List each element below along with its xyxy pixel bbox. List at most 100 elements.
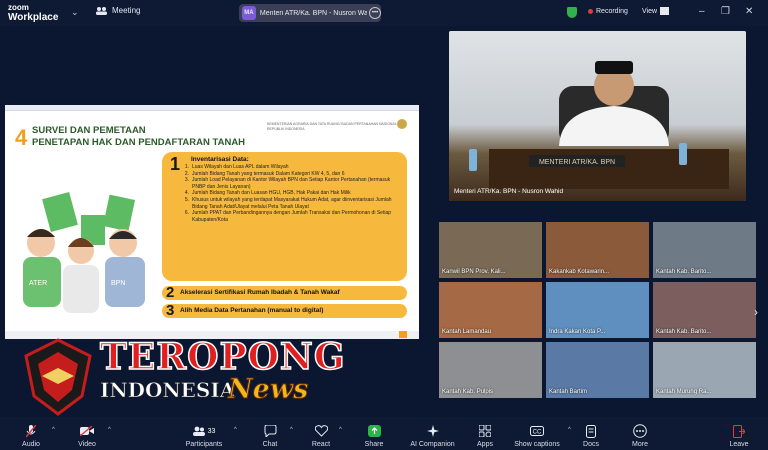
apps-label: Apps — [477, 441, 493, 448]
participant-tile[interactable]: Kantah Bartim — [546, 342, 649, 398]
box2-bar: 2 Akselerasi Sertifikasi Rumah Ibadah & … — [162, 284, 407, 301]
slide-page-marker — [399, 331, 407, 338]
teropong-emblem-logo — [24, 338, 92, 416]
speaker-video-label: Menteri ATR/Ka. BPN - Nusron Wahid — [454, 188, 564, 195]
captions-options-chevron-icon[interactable]: ^ — [568, 427, 571, 433]
meeting-info-button[interactable]: Meeting — [96, 6, 140, 15]
inventory-item-number: 5. — [184, 196, 189, 203]
inventory-item-text: Jumlah Load Pelayanan di Kantor Wilayah … — [192, 177, 391, 190]
participants-button[interactable]: 33 Participants — [183, 417, 225, 450]
participant-name: Kantah Bartim — [549, 389, 588, 395]
react-button[interactable]: React — [306, 417, 336, 450]
inventory-item-number: 6. — [184, 210, 189, 217]
ministry-emblem-icon — [397, 119, 407, 129]
close-icon[interactable]: ✕ — [745, 6, 753, 17]
captions-icon: CC — [530, 424, 544, 438]
view-label: View — [642, 7, 658, 15]
speaker-video[interactable]: MENTERI ATR/KA. BPN Menteri ATR/Ka. BPN … — [449, 31, 746, 201]
inventory-item-text: Jumlah Bidang Tanah yang termasuk Dalam … — [192, 170, 345, 177]
recording-indicator[interactable]: Recording — [588, 8, 628, 15]
audio-button[interactable]: Audio — [16, 417, 46, 450]
chat-options-chevron-icon[interactable]: ^ — [290, 427, 293, 433]
participant-name: Kantah Murung Ra... — [656, 389, 712, 395]
box3-bar: 3 Alih Media Data Pertanahan (manual to … — [162, 302, 407, 319]
ministry-header: KEMENTERIAN AGRARIA DAN TATA RUANG/ BADA… — [267, 122, 397, 131]
participants-icon: 33 — [192, 424, 216, 438]
speaker-name: Menteri ATR/Ka. BPN - Nusron Wahid — [259, 9, 368, 17]
captions-button[interactable]: CC Show captions — [510, 417, 564, 450]
minimize-icon[interactable]: – — [699, 6, 705, 17]
encryption-shield-icon[interactable] — [567, 7, 577, 18]
inventory-list-item: 5. Khusus untuk wilayah yang terdapat Mas… — [181, 197, 401, 210]
more-button[interactable]: More — [626, 417, 654, 450]
docs-label: Docs — [583, 441, 599, 448]
inventory-item-number: 1. — [184, 164, 189, 170]
participant-name: Kantah Kab. Barito... — [656, 269, 712, 275]
watermark-line3: News — [227, 374, 309, 406]
leave-button[interactable]: Leave — [724, 417, 754, 450]
participant-tile[interactable]: Kantah Kab. Pulpis — [439, 342, 542, 398]
more-label: More — [632, 441, 648, 448]
view-button[interactable]: View — [642, 7, 670, 15]
box1-title: Inventarisasi Data: — [191, 156, 249, 163]
participant-tile[interactable]: Kantah Murung Ra... — [653, 342, 756, 398]
inventory-list-item: 4. Jumlah Bidang Tanah dan Luasan HGU, HG… — [181, 190, 401, 197]
inventory-data-box: 1 Inventarisasi Data: 1. Luas Wilayah dan… — [162, 152, 407, 281]
participant-tile[interactable]: Kantah Kab. Barito... — [653, 282, 756, 338]
participant-tile[interactable]: Kakankab Kotawarin... — [546, 222, 649, 278]
audio-options-chevron-icon[interactable]: ^ — [52, 427, 55, 433]
chat-button[interactable]: Chat — [255, 417, 285, 450]
leave-label: Leave — [729, 441, 749, 448]
react-options-chevron-icon[interactable]: ^ — [339, 427, 342, 433]
recording-label: Recording — [596, 8, 628, 15]
chevron-down-icon[interactable]: ⌄ — [71, 7, 79, 18]
docs-button[interactable]: Docs — [578, 417, 604, 450]
video-options-chevron-icon[interactable]: ^ — [108, 427, 111, 433]
box2-number: 2 — [166, 284, 175, 301]
active-speaker-chip[interactable]: MA Menteri ATR/Ka. BPN - Nusron Wahid ••… — [239, 4, 381, 22]
box3-text: Alih Media Data Pertanahan (manual to di… — [180, 307, 324, 314]
slide-title-line1: SURVEI DAN PEMETAAN — [32, 125, 146, 136]
svg-text:CC: CC — [533, 430, 542, 436]
inventory-item-number: 2. — [184, 170, 189, 177]
chat-icon — [264, 424, 277, 438]
participant-tile[interactable]: Kantah Kab. Barito... — [653, 222, 756, 278]
participant-name: Kantah Kab. Pulpis — [442, 389, 494, 395]
camera-off-icon — [80, 424, 94, 438]
ai-companion-button[interactable]: AI Companion — [405, 417, 460, 450]
participants-count: 33 — [207, 427, 216, 435]
heart-icon — [314, 424, 328, 438]
participant-name: Kantah Lamandau — [442, 329, 492, 335]
shared-screen-slide: 4 SURVEI DAN PEMETAAN PENETAPAN HAK DAN … — [5, 105, 419, 339]
ai-companion-label: AI Companion — [410, 441, 455, 448]
inventory-list: 1. Luas Wilayah dan Luas APL dalam Wilaya… — [181, 164, 401, 223]
participant-tile[interactable]: Kanwil BPN Prov. Kali... — [439, 222, 542, 278]
sparkle-icon — [426, 424, 439, 438]
participants-options-chevron-icon[interactable]: ^ — [234, 427, 237, 433]
video-button[interactable]: Video — [72, 417, 102, 450]
share-button[interactable]: Share — [358, 417, 390, 450]
more-dots-icon — [633, 424, 647, 438]
participant-tile[interactable]: Indra Kakan Kota P... — [546, 282, 649, 338]
inventory-item-text: Jumlah Bidang Tanah dan Luasan HGU, HGB,… — [192, 190, 351, 197]
more-icon[interactable]: ••• — [369, 7, 381, 19]
zoom-workplace-logo[interactable]: zoom Workplace — [8, 3, 58, 23]
participant-tile[interactable]: Kantah Lamandau — [439, 282, 542, 338]
inventory-list-item: 1. Luas Wilayah dan Luas APL dalam Wilaya… — [181, 164, 401, 171]
apps-button[interactable]: Apps — [472, 417, 498, 450]
inventory-list-item: 6. Jumlah PPAT dan Perbandingannya dengan… — [181, 210, 401, 223]
slide-section-number: 4 — [15, 125, 28, 150]
svg-text:ATER: ATER — [29, 280, 47, 287]
maximize-icon[interactable]: ❐ — [721, 6, 730, 17]
apps-icon — [479, 424, 491, 438]
logo-bottom-text: Workplace — [8, 12, 59, 23]
people-icon — [96, 7, 107, 15]
gallery-next-arrow-icon[interactable]: › — [754, 305, 758, 319]
participant-name: Indra Kakan Kota P... — [549, 329, 606, 335]
participant-gallery: Kanwil BPN Prov. Kali... Kakankab Kotawa… — [437, 220, 757, 400]
chat-label: Chat — [262, 441, 278, 448]
desk-name-sign: MENTERI ATR/KA. BPN — [539, 159, 615, 166]
share-screen-icon — [367, 424, 381, 438]
meeting-toolbar: Audio ^ Video ^ 33 Participants ^ Chat ^… — [0, 417, 768, 450]
teropong-indonesia-news-watermark: TEROPONG INDONESIA News — [22, 335, 345, 418]
